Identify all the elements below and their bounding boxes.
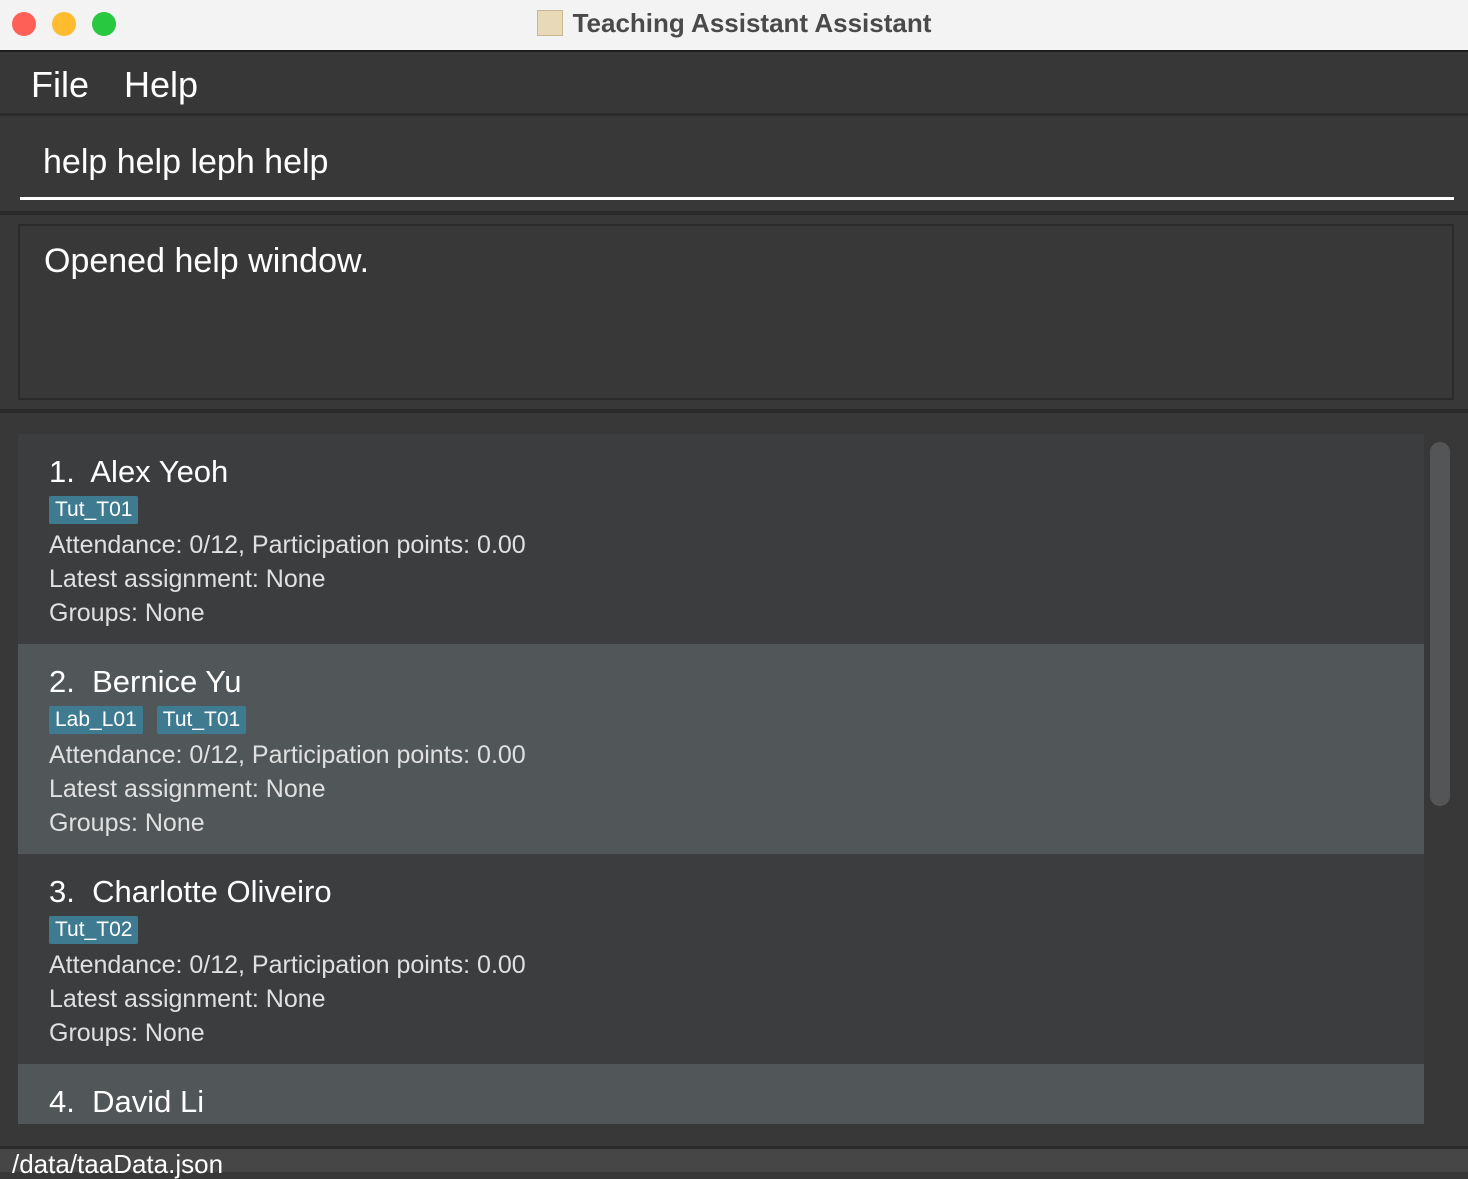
- student-name-text: Charlotte Oliveiro: [92, 874, 332, 909]
- student-index: 2.: [49, 664, 75, 699]
- student-name: 4. David Li: [49, 1084, 1393, 1120]
- menu-bar: File Help: [0, 54, 1468, 116]
- tag-badge: Lab_L01: [49, 706, 143, 734]
- command-input[interactable]: help help leph help: [20, 119, 1454, 200]
- student-name: 3. Charlotte Oliveiro: [49, 874, 1393, 910]
- student-list[interactable]: 1. Alex Yeoh Tut_T01 Attendance: 0/12, Par…: [18, 434, 1424, 1154]
- student-assignment: Latest assignment: None: [49, 985, 326, 1013]
- student-index: 3.: [49, 874, 75, 909]
- command-box: help help leph help: [0, 119, 1468, 211]
- tag-row: Lab_L01 Tut_T01: [49, 704, 1393, 736]
- student-attendance: Attendance: 0/12, Participation points: …: [49, 741, 526, 769]
- student-name-text: Alex Yeoh: [90, 454, 229, 489]
- student-assignment: Latest assignment: None: [49, 775, 326, 803]
- window-title: Teaching Assistant Assistant: [0, 8, 1468, 39]
- scrollbar-thumb[interactable]: [1430, 442, 1450, 806]
- app-icon: [536, 10, 563, 36]
- title-bar: Teaching Assistant Assistant: [0, 0, 1468, 52]
- tag-row: Tut_T02: [49, 914, 1393, 946]
- student-name: 2. Bernice Yu: [49, 664, 1393, 700]
- divider: [0, 211, 1468, 215]
- student-index: 4.: [49, 1084, 75, 1119]
- tag-badge: Tut_T01: [49, 496, 139, 524]
- student-assignment: Latest assignment: None: [49, 565, 326, 593]
- student-name-text: Bernice Yu: [92, 664, 242, 699]
- student-name-text: David Li: [92, 1084, 205, 1119]
- student-groups: Groups: None: [49, 599, 205, 627]
- divider: [0, 409, 1468, 413]
- student-attendance: Attendance: 0/12, Participation points: …: [49, 531, 526, 559]
- student-attendance: Attendance: 0/12, Participation points: …: [49, 951, 526, 979]
- window-title-text: Teaching Assistant Assistant: [572, 8, 932, 38]
- tag-badge: Tut_T01: [156, 706, 247, 734]
- list-bottom-padding: [0, 1124, 1468, 1146]
- status-bar-path: /data/taaData.json: [0, 1146, 1468, 1179]
- student-groups: Groups: None: [49, 809, 205, 837]
- student-card[interactable]: 3. Charlotte Oliveiro Tut_T02 Attendance: …: [18, 854, 1424, 1064]
- result-display: Opened help window.: [18, 224, 1454, 400]
- student-card[interactable]: 2. Bernice Yu Lab_L01 Tut_T01 Attendance: 0…: [18, 644, 1424, 854]
- student-index: 1.: [49, 454, 75, 489]
- student-card[interactable]: 1. Alex Yeoh Tut_T01 Attendance: 0/12, Par…: [18, 434, 1424, 644]
- tag-badge: Tut_T02: [49, 916, 139, 944]
- menu-help[interactable]: Help: [124, 64, 198, 106]
- menu-file[interactable]: File: [31, 64, 89, 106]
- tag-row: Tut_T01: [49, 494, 1393, 526]
- student-name: 1. Alex Yeoh: [49, 454, 1393, 490]
- student-groups: Groups: None: [49, 1019, 205, 1047]
